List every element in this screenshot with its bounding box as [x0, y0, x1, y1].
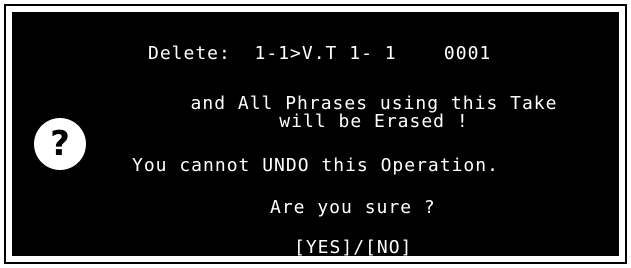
dialog-frame: ? Delete: 1-1>V.T 1- 1 0001 and All Phra… — [4, 4, 627, 264]
delete-target-line: Delete: 1-1>V.T 1- 1 0001 — [148, 43, 492, 64]
phrases-warning-line-2: will be Erased ! — [279, 111, 469, 132]
button-separator: / — [353, 237, 366, 258]
confirm-delete-dialog: ? Delete: 1-1>V.T 1- 1 0001 and All Phra… — [0, 0, 631, 268]
confirm-question: Are you sure ? — [270, 197, 436, 218]
svg-text:?: ? — [50, 124, 70, 164]
confirm-button-group: [YES]/[NO] — [294, 238, 412, 258]
no-button[interactable]: [NO] — [365, 237, 412, 258]
question-mark-icon: ? — [32, 116, 88, 172]
dialog-panel: ? Delete: 1-1>V.T 1- 1 0001 and All Phra… — [12, 12, 619, 258]
undo-warning-line: You cannot UNDO this Operation. — [132, 155, 499, 176]
yes-button[interactable]: [YES] — [294, 237, 353, 258]
